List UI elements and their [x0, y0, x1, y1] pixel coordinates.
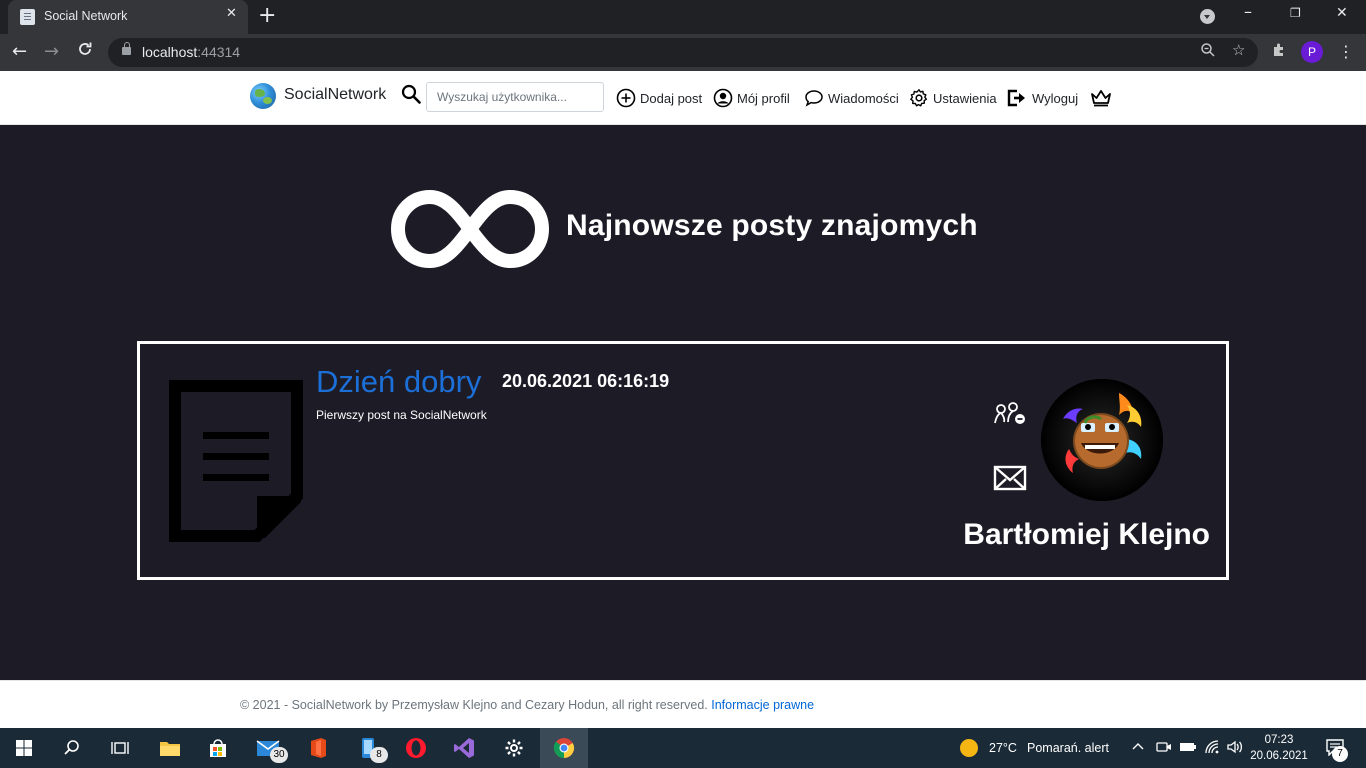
page-heading: Najnowsze posty znajomych	[566, 209, 978, 242]
page-favicon-icon	[20, 9, 35, 25]
address-bar[interactable]: localhost:44314 ☆	[108, 38, 1258, 67]
document-icon	[169, 380, 305, 546]
tab-search-icon[interactable]	[1200, 9, 1215, 24]
post-title-link[interactable]: Dzień dobry	[316, 364, 481, 400]
author-name[interactable]: Bartłomiej Klejno	[963, 518, 1210, 552]
zoom-icon[interactable]	[1200, 42, 1216, 62]
browser-toolbar: ← → localhost:44314 ☆ P ⋮	[0, 34, 1366, 71]
nav-settings-label: Ustawienia	[933, 90, 997, 106]
new-tab-button[interactable]: +	[258, 2, 276, 30]
lock-icon[interactable]	[122, 42, 131, 55]
nav-add-post-label: Dodaj post	[640, 90, 703, 106]
task-view-icon[interactable]	[96, 728, 144, 768]
settings-app-icon[interactable]	[490, 728, 538, 768]
logout-icon	[1007, 89, 1025, 107]
remove-friend-icon[interactable]	[992, 401, 1028, 431]
office-icon[interactable]	[294, 728, 342, 768]
post-date: 20.06.2021 06:16:19	[502, 371, 670, 391]
main-content: Najnowsze posty znajomych Dzień dobry 20…	[0, 125, 1366, 680]
search-icon[interactable]	[401, 84, 421, 108]
nav-logout-label: Wyloguj	[1032, 90, 1079, 106]
envelope-icon[interactable]	[993, 465, 1027, 495]
windows-taskbar: 30 8 27°C Pomarań. alert 07:23 20.06.202…	[0, 728, 1366, 768]
clock-date: 20.06.2021	[1250, 750, 1308, 762]
close-window-icon[interactable]: ✕	[1336, 5, 1348, 21]
url-text: localhost:44314	[142, 44, 241, 60]
chrome-icon[interactable]	[540, 728, 588, 768]
file-explorer-icon[interactable]	[146, 728, 194, 768]
nav-add-post[interactable]: Dodaj post	[616, 88, 702, 108]
nav-messages[interactable]: Wiadomości	[804, 88, 899, 108]
visual-studio-icon[interactable]	[440, 728, 488, 768]
meet-now-icon[interactable]	[1156, 740, 1172, 758]
mail-icon[interactable]: 30	[244, 728, 292, 768]
bookmark-star-icon[interactable]: ☆	[1232, 41, 1245, 59]
crown-icon[interactable]	[1090, 88, 1116, 108]
battery-icon[interactable]	[1179, 740, 1197, 758]
legal-info-link[interactable]: Informacje prawne	[711, 698, 814, 712]
add-circle-icon	[616, 88, 636, 108]
nav-my-profile[interactable]: Mój profil	[713, 88, 790, 108]
chat-bubble-icon	[805, 90, 823, 107]
wifi-icon[interactable]	[1204, 739, 1220, 759]
browser-menu-icon[interactable]: ⋮	[1338, 42, 1354, 61]
browser-tab-bar: Social Network ✕ + – ❐ ✕	[0, 0, 1366, 34]
author-avatar[interactable]	[1041, 379, 1163, 501]
volume-icon[interactable]	[1226, 739, 1244, 759]
gear-icon	[910, 89, 928, 107]
site-footer: © 2021 - SocialNetwork by Przemysław Kle…	[0, 680, 1366, 728]
nav-settings[interactable]: Ustawienia	[909, 88, 997, 108]
system-clock[interactable]: 07:23 20.06.2021	[1250, 732, 1308, 764]
clock-time: 07:23	[1264, 734, 1294, 746]
back-icon[interactable]: ←	[12, 40, 27, 64]
user-circle-icon	[713, 88, 733, 108]
phone-link-icon[interactable]: 8	[344, 728, 392, 768]
extensions-icon[interactable]	[1271, 42, 1287, 62]
nav-my-profile-label: Mój profil	[737, 90, 790, 106]
nav-logout[interactable]: Wyloguj	[1006, 88, 1078, 108]
footer-text: © 2021 - SocialNetwork by Przemysław Kle…	[240, 698, 814, 712]
chevron-up-icon[interactable]	[1131, 738, 1145, 758]
nav-messages-label: Wiadomości	[828, 90, 899, 106]
restore-icon[interactable]: ❐	[1290, 6, 1301, 20]
weather-temp[interactable]: 27°C	[989, 741, 1017, 755]
phone-badge: 8	[370, 747, 388, 763]
infinity-icon	[389, 188, 551, 274]
brand-link[interactable]: SocialNetwork	[284, 86, 386, 104]
profile-avatar[interactable]: P	[1301, 41, 1323, 63]
minimize-icon[interactable]: –	[1244, 2, 1252, 21]
post-body: Pierwszy post na SocialNetwork	[316, 408, 487, 422]
taskbar-search-icon[interactable]	[48, 728, 96, 768]
windows-start-icon[interactable]	[0, 728, 48, 768]
browser-tab[interactable]: Social Network ✕	[8, 0, 248, 34]
opera-icon[interactable]	[392, 728, 440, 768]
user-search-input[interactable]	[426, 82, 604, 112]
close-tab-icon[interactable]: ✕	[226, 6, 237, 21]
weather-sun-icon[interactable]	[959, 738, 979, 762]
site-navbar: SocialNetwork Dodaj post Mój profil Wiad…	[0, 71, 1366, 125]
post-card: Dzień dobry 20.06.2021 06:16:19 Pierwszy…	[137, 341, 1229, 580]
forward-icon[interactable]: →	[44, 40, 59, 64]
globe-logo-icon[interactable]	[250, 83, 276, 109]
tab-title: Social Network	[44, 9, 128, 23]
notification-badge: 7	[1332, 746, 1348, 762]
reload-icon[interactable]	[77, 40, 93, 64]
copyright-text: © 2021 - SocialNetwork by Przemysław Kle…	[240, 698, 708, 712]
store-icon[interactable]	[194, 728, 242, 768]
mail-badge: 30	[270, 747, 288, 763]
weather-alert[interactable]: Pomarań. alert	[1027, 741, 1109, 755]
